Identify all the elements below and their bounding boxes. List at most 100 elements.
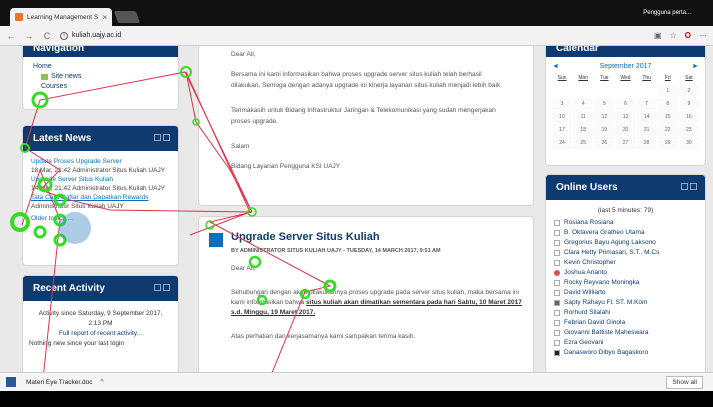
online-user[interactable]: Giovanni Battiste Maheswara (554, 328, 697, 338)
post-title[interactable]: Upgrade Server Situs Kuliah (231, 231, 380, 243)
info-icon[interactable]: i (60, 31, 68, 40)
calendar-day[interactable]: 7 (636, 98, 657, 110)
calendar-day[interactable]: 12 (594, 111, 615, 123)
translate-icon[interactable]: ▣ (654, 31, 662, 40)
online-user[interactable]: Rorhurd Silalahi (554, 308, 697, 318)
calendar-day[interactable]: 8 (657, 98, 678, 110)
post-paragraph: Atas perhatian dan kerjasamanya kami sam… (231, 333, 416, 340)
calendar-day[interactable]: 20 (615, 124, 636, 136)
full-report-link[interactable]: Full report of recent activity... (29, 329, 172, 339)
opera-icon[interactable]: O (685, 31, 691, 40)
browser-tab[interactable]: Learning Management S × (10, 8, 112, 26)
user-avatar-icon (554, 320, 560, 326)
online-user-name: Sapty Rahayu Fl. ST. M.Kom (564, 299, 648, 306)
calendar-day[interactable]: 18 (573, 124, 594, 136)
calendar-day[interactable]: 6 (615, 98, 636, 110)
calendar-day[interactable]: 23 (678, 124, 699, 136)
online-user[interactable]: Joshua Arianto (554, 268, 697, 278)
calendar-day[interactable]: 3 (552, 98, 573, 110)
dock-icon[interactable] (154, 284, 161, 291)
calendar-day[interactable]: 25 (573, 137, 594, 149)
online-user[interactable]: Ezra Geovani (554, 338, 697, 348)
calendar-day[interactable]: 27 (615, 137, 636, 149)
calendar-day[interactable]: 16 (678, 111, 699, 123)
calendar-day[interactable]: 14 (636, 111, 657, 123)
calendar-day[interactable]: 29 (657, 137, 678, 149)
menu-icon[interactable]: ⋯ (699, 31, 707, 40)
news-post-upgrade: Upgrade Server Situs Kuliah BY ADMINISTR… (198, 216, 534, 372)
calendar-day[interactable]: 15 (657, 111, 678, 123)
calendar-day[interactable]: 11 (573, 111, 594, 123)
reload-icon[interactable]: C (42, 31, 52, 41)
online-user[interactable]: David Williarto (554, 288, 697, 298)
news-item-link[interactable]: Update Proses Upgrade Server (31, 157, 170, 166)
user-avatar-icon (554, 300, 560, 306)
online-user[interactable]: Febrian David Ginola (554, 318, 697, 328)
calendar-next-icon[interactable]: ► (692, 63, 699, 70)
dock-icon[interactable] (154, 134, 161, 141)
post-paragraph: Bersama ini kami informasikan bahwa pros… (231, 71, 501, 89)
calendar-day[interactable]: 30 (678, 137, 699, 149)
hide-icon[interactable] (690, 183, 697, 190)
online-user-name: Rosiana Rosiana (564, 219, 614, 226)
post-paragraph: Sehubungan dengan akan dilakukannya pros… (231, 289, 522, 316)
hide-icon[interactable] (163, 284, 170, 291)
online-user[interactable]: Clara Hetty Primasari, S.T., M.Cs (554, 248, 697, 258)
calendar-day[interactable]: 21 (636, 124, 657, 136)
online-user[interactable]: Danasworo Dibyo Bagaskoro (554, 348, 697, 358)
calendar-day-header: Wed (615, 72, 636, 84)
calendar-day[interactable]: 26 (594, 137, 615, 149)
news-item-link[interactable]: Upgrade Server Situs Kuliah (31, 175, 170, 184)
calendar-day[interactable]: 9 (678, 98, 699, 110)
chevron-up-icon[interactable]: ^ (100, 379, 103, 386)
calendar-day[interactable]: 2 (678, 85, 699, 97)
url-field[interactable]: i kuliah.uajy.ac.id (60, 31, 646, 40)
forward-icon[interactable]: → (24, 31, 34, 41)
older-topics-link[interactable]: Older topics ... (31, 214, 170, 223)
calendar-day[interactable]: 22 (657, 124, 678, 136)
new-tab-button[interactable] (113, 11, 141, 23)
online-user[interactable]: Rosiana Rosiana (554, 218, 697, 228)
nav-courses-link[interactable]: Courses (33, 83, 168, 90)
download-bar: Materi Eye Tracker.doc ^ Show all (0, 372, 713, 391)
calendar-day[interactable]: 28 (636, 137, 657, 149)
url-text: kuliah.uajy.ac.id (72, 32, 122, 39)
calendar-grid: Sun Mon Tue Wed Thu Fri Sat 1 2 3 4 5 6 7 8 9 10 11 12 13 14… (546, 72, 705, 149)
calendar-day-header: Fri (657, 72, 678, 84)
calendar-prev-icon[interactable]: ◄ (552, 63, 559, 70)
download-file-name[interactable]: Materi Eye Tracker.doc (26, 379, 92, 386)
user-avatar-icon (554, 230, 560, 236)
user-avatar-icon (554, 260, 560, 266)
calendar-day[interactable]: 24 (552, 137, 573, 149)
calendar-day[interactable]: 13 (615, 111, 636, 123)
show-all-button[interactable]: Show all (666, 376, 703, 389)
user-avatar-icon (554, 330, 560, 336)
calendar-day[interactable]: 17 (552, 124, 573, 136)
calendar-day[interactable]: 1 (657, 85, 678, 97)
profile-label[interactable]: Pengguna perta... (643, 10, 691, 16)
hide-icon[interactable] (163, 134, 170, 141)
nav-home-link[interactable]: Home (33, 63, 168, 70)
online-user[interactable]: B. Oktavera Gratheo Utama (554, 228, 697, 238)
star-icon[interactable]: ☆ (670, 31, 677, 40)
calendar-day[interactable]: 5 (594, 98, 615, 110)
browser-tab-strip: Learning Management S × Pengguna perta..… (0, 0, 713, 26)
calendar-day-header: Sun (552, 72, 573, 84)
online-user[interactable]: Sapty Rahayu Fl. ST. M.Kom (554, 298, 697, 308)
back-icon[interactable]: ← (6, 31, 16, 41)
nav-site-news-link[interactable]: Site news (33, 73, 168, 80)
calendar-day[interactable]: 4 (573, 98, 594, 110)
calendar-month[interactable]: September 2017 (600, 63, 652, 70)
online-user[interactable]: Rocky Reyvano Moningka (554, 278, 697, 288)
post-signoff: Bidang Layanan Pengguna KSI UAJY (231, 163, 341, 170)
calendar-day[interactable]: 10 (552, 111, 573, 123)
online-user-name: Gregorius Bayu Agung Laksono (564, 239, 656, 246)
news-item-link[interactable]: Tata Cara Daftar dan Dapatkan Rewards (31, 193, 170, 202)
online-user[interactable]: Gregorius Bayu Agung Laksono (554, 238, 697, 248)
close-tab-icon[interactable]: × (102, 13, 107, 22)
dock-icon[interactable] (681, 183, 688, 190)
user-avatar-icon (554, 280, 560, 286)
nothing-new-text: Nothing new since your last login (29, 340, 125, 347)
online-user[interactable]: Kevin Christopher (554, 258, 697, 268)
calendar-day[interactable]: 19 (594, 124, 615, 136)
